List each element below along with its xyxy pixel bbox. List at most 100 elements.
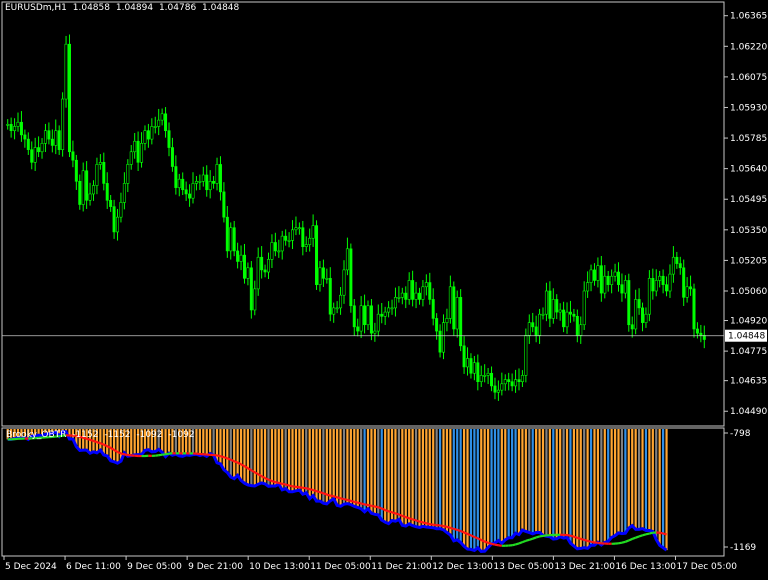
indicator-bar: [305, 429, 307, 493]
price-axis-label: 1.04775: [730, 347, 767, 357]
candle-body: [55, 131, 57, 146]
indicator-signal-segment: [97, 442, 100, 443]
indicator-bar: [569, 429, 571, 543]
candle-body: [96, 164, 98, 185]
indicator-signal-segment: [365, 504, 368, 505]
indicator-bar: [446, 429, 448, 533]
indicator-bar: [439, 429, 441, 529]
indicator-signal-segment: [124, 454, 127, 455]
indicator-bar: [212, 429, 214, 455]
indicator-bar: [278, 429, 280, 484]
candle-body: [326, 278, 328, 279]
candle-body: [68, 44, 70, 152]
candle-body: [103, 162, 105, 183]
indicator-bar: [326, 429, 328, 504]
candle-body: [576, 316, 578, 335]
candle-body: [456, 297, 458, 329]
candle-body: [157, 120, 159, 126]
indicator-bar: [367, 429, 369, 509]
candle-body: [477, 363, 479, 382]
candle-body: [597, 266, 599, 281]
candle-body: [230, 228, 232, 251]
candle-body: [384, 312, 386, 316]
indicator-signal-segment: [540, 536, 543, 537]
indicator-bar: [648, 429, 650, 530]
indicator-signal-segment: [423, 522, 426, 523]
time-axis-label: 11 Dec 21:00: [371, 562, 432, 572]
candle-body: [545, 291, 547, 314]
indicator-signal-segment: [94, 441, 97, 442]
candle-body: [61, 99, 63, 150]
candle-body: [628, 280, 630, 324]
indicator-signal-segment: [378, 507, 381, 508]
candle-body: [514, 380, 516, 386]
candle-body: [401, 293, 403, 297]
price-axis-label: 1.05350: [730, 226, 767, 236]
candle-body: [154, 126, 156, 127]
candle-body: [113, 207, 115, 232]
indicator-signal-segment: [399, 514, 402, 515]
candle-body: [247, 268, 249, 279]
candle-body: [209, 181, 211, 189]
indicator-bar: [621, 429, 623, 534]
indicator-signal-segment: [231, 460, 234, 461]
candle-body: [535, 327, 537, 335]
chart-canvas[interactable]: 1.063651.062201.060751.059301.057851.056…: [0, 0, 768, 576]
indicator-signal-segment: [224, 457, 227, 458]
indicator-bar: [377, 429, 379, 515]
indicator-bar: [456, 429, 458, 540]
indicator-signal-segment: [375, 507, 378, 508]
indicator-signal-segment: [269, 480, 272, 481]
candle-body: [85, 171, 87, 201]
candle-body: [374, 331, 376, 333]
indicator-bar: [391, 429, 393, 520]
indicator-signal-segment: [313, 490, 316, 491]
candle-body: [497, 390, 499, 392]
candle-body: [182, 179, 184, 190]
time-axis-label: 11 Dec 05:00: [310, 562, 371, 572]
candle-body: [219, 164, 221, 191]
candle-body: [151, 126, 153, 139]
indicator-signal-segment: [512, 544, 515, 545]
indicator-bar: [587, 429, 589, 548]
indicator-signal-segment: [646, 534, 649, 535]
indicator-bar: [501, 429, 503, 543]
candle-body: [99, 162, 101, 164]
candle-body: [696, 329, 698, 333]
candle-body: [171, 148, 173, 167]
indicator-bar: [247, 429, 249, 485]
indicator-bar: [487, 429, 489, 547]
indicator-bar: [243, 429, 245, 483]
candle-body: [236, 251, 238, 262]
candle-body: [470, 358, 472, 373]
indicator-signal-segment: [419, 522, 422, 523]
candle-body: [504, 380, 506, 384]
indicator-signal-segment: [440, 525, 443, 526]
candle-body: [624, 280, 626, 293]
indicator-signal-segment: [238, 463, 241, 465]
candle-body: [483, 375, 485, 376]
chart-window[interactable]: 1.063651.062201.060751.059301.057851.056…: [0, 0, 768, 576]
indicator-signal-segment: [567, 535, 570, 536]
indicator-bar: [641, 429, 643, 529]
candle-body: [408, 280, 410, 299]
indicator-signal-segment: [341, 498, 344, 499]
candle-body: [422, 287, 424, 300]
candle-body: [665, 285, 667, 291]
candle-body: [405, 293, 407, 299]
indicator-signal-segment: [471, 535, 474, 537]
candle-body: [267, 259, 269, 272]
indicator-bar: [525, 429, 527, 532]
indicator-signal-segment: [289, 486, 292, 487]
candle-body: [144, 131, 146, 144]
main-pane-border: [2, 2, 724, 426]
candle-body: [621, 285, 623, 293]
candle-body: [226, 217, 228, 251]
indicator-name: Brooky_OBTR: [6, 430, 66, 440]
indicator-bar: [401, 429, 403, 525]
candle-body: [418, 293, 420, 299]
candle-body: [480, 375, 482, 381]
candle-body: [250, 268, 252, 310]
symbol-ohlc-header: EURUSDm,H1 1.04858 1.04894 1.04786 1.048…: [5, 3, 242, 14]
candle-body: [604, 276, 606, 293]
